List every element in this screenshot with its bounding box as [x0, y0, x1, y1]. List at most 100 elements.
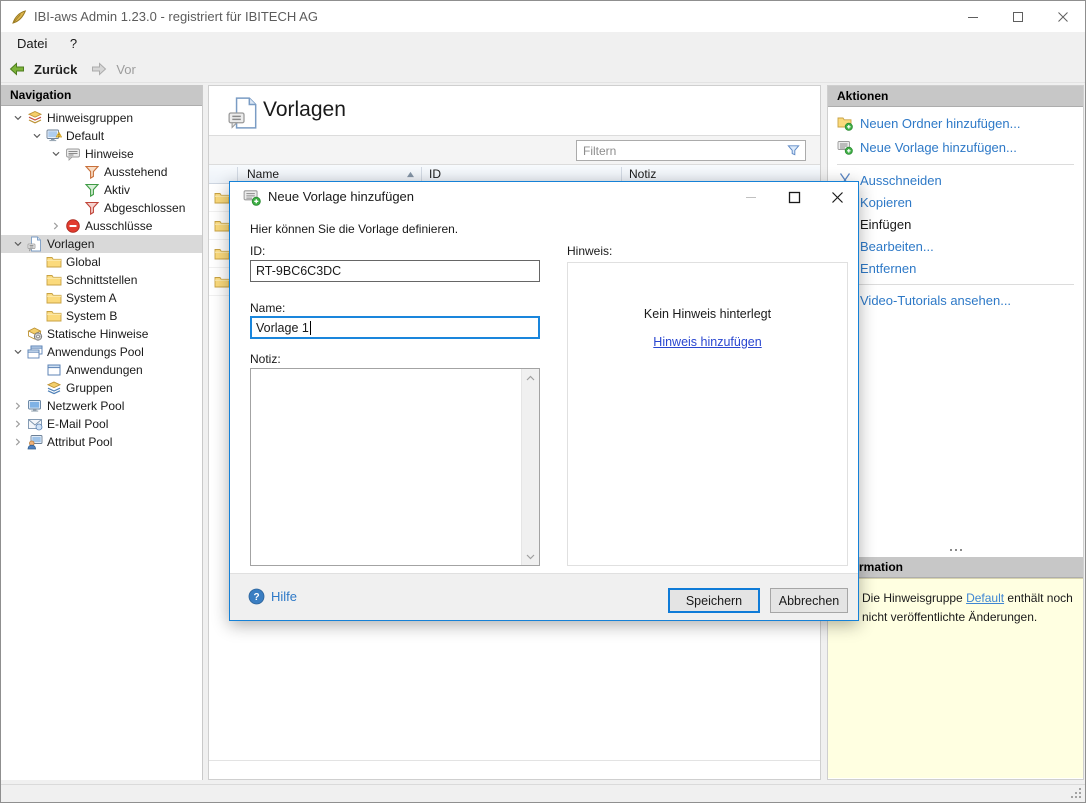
- nav-item-label: Global: [66, 255, 101, 269]
- folder-icon: [214, 274, 230, 290]
- templates-page-icon: [227, 96, 261, 130]
- action-remove[interactable]: Entfernen: [828, 257, 1083, 279]
- toolbar: Zurück Vor: [1, 56, 1085, 83]
- nav-item-gruppen[interactable]: Gruppen: [1, 379, 202, 397]
- back-button[interactable]: Zurück: [9, 61, 77, 77]
- nav-item-label: Abgeschlossen: [104, 201, 186, 215]
- scroll-up-icon[interactable]: [522, 369, 539, 386]
- nav-item-anwendungs-pool[interactable]: Anwendungs Pool: [1, 343, 202, 361]
- arrow-left-icon: [9, 61, 25, 77]
- nav-item-ausstehend[interactable]: Ausstehend: [1, 163, 202, 181]
- menu-datei[interactable]: Datei: [8, 32, 56, 56]
- box-gear-icon: [27, 326, 43, 342]
- information-header: Information: [828, 557, 1083, 578]
- add-hint-link[interactable]: Hinweis hinzufügen: [653, 335, 761, 349]
- nav-item-label: System B: [66, 309, 118, 323]
- navigation-tree: Hinweisgruppen Default Hinweise Ausstehe…: [1, 106, 202, 451]
- nav-item-ausschluesse[interactable]: Ausschlüsse: [1, 217, 202, 235]
- dialog-maximize-button[interactable]: [779, 186, 809, 208]
- nav-item-label: Netzwerk Pool: [47, 399, 125, 413]
- nav-item-attribut-pool[interactable]: Attribut Pool: [1, 433, 202, 451]
- windows-stack-icon: [27, 344, 43, 360]
- chevron-down-icon[interactable]: [9, 236, 27, 252]
- chevron-down-icon[interactable]: [9, 110, 27, 126]
- maximize-button[interactable]: [995, 1, 1040, 32]
- nav-item-label: Default: [66, 129, 105, 143]
- chevron-right-icon[interactable]: [47, 218, 65, 234]
- minimize-button[interactable]: [950, 1, 995, 32]
- name-field[interactable]: Vorlage 1: [250, 316, 540, 339]
- nav-item-label: E-Mail Pool: [47, 417, 109, 431]
- action-edit[interactable]: Bearbeiten...: [828, 235, 1083, 257]
- action-video-tutorials[interactable]: Video-Tutorials ansehen...: [828, 289, 1083, 311]
- nav-item-label: System A: [66, 291, 117, 305]
- folder-add-icon: [837, 115, 853, 131]
- dialog-title: Neue Vorlage hinzufügen: [268, 189, 415, 204]
- separator: [837, 164, 1074, 165]
- note-field[interactable]: [250, 368, 540, 566]
- chevron-right-icon[interactable]: [9, 434, 27, 450]
- filter-input[interactable]: [576, 140, 806, 161]
- nav-item-global[interactable]: Global: [1, 253, 202, 271]
- action-paste: Einfügen: [828, 213, 1083, 235]
- text-caret: [309, 320, 311, 335]
- nav-item-hinweise[interactable]: Hinweise: [1, 145, 202, 163]
- nav-item-anwendungen[interactable]: Anwendungen: [1, 361, 202, 379]
- resize-grip-icon[interactable]: [1070, 787, 1082, 799]
- dialog-close-button[interactable]: [822, 186, 852, 208]
- nav-item-hinweisgruppen[interactable]: Hinweisgruppen: [1, 109, 202, 127]
- nav-item-label: Hinweise: [85, 147, 134, 161]
- dialog-title-bar: Neue Vorlage hinzufügen: [230, 182, 858, 212]
- id-field[interactable]: [250, 260, 540, 282]
- folder-icon: [214, 246, 230, 262]
- filter-strip: [209, 135, 820, 165]
- action-cut[interactable]: Ausschneiden: [828, 169, 1083, 191]
- nav-item-aktiv[interactable]: Aktiv: [1, 181, 202, 199]
- action-new-folder[interactable]: Neuen Ordner hinzufügen...: [828, 111, 1083, 135]
- note-label: Notiz:: [250, 352, 281, 366]
- nav-item-abgeschlossen[interactable]: Abgeschlossen: [1, 199, 202, 217]
- cancel-button[interactable]: Abbrechen: [770, 588, 848, 613]
- chevron-right-icon[interactable]: [9, 416, 27, 432]
- nav-item-schnittstellen[interactable]: Schnittstellen: [1, 271, 202, 289]
- nav-item-label: Vorlagen: [47, 237, 95, 251]
- scrollbar[interactable]: [521, 369, 539, 565]
- nav-item-system-a[interactable]: System A: [1, 289, 202, 307]
- forward-button[interactable]: Vor: [91, 61, 136, 77]
- app-window: IBI-aws Admin 1.23.0 - registriert für I…: [0, 0, 1086, 803]
- window-icon: [46, 362, 62, 378]
- scroll-down-icon[interactable]: [522, 548, 539, 565]
- chevron-down-icon[interactable]: [28, 128, 46, 144]
- funnel-green-icon: [84, 182, 100, 198]
- folder-icon: [214, 190, 230, 206]
- id-label: ID:: [250, 244, 266, 258]
- envelope-icon: [27, 416, 43, 432]
- action-new-template[interactable]: Neue Vorlage hinzufügen...: [828, 135, 1083, 159]
- dialog-minimize-button[interactable]: [736, 186, 766, 208]
- dialog-footer: ? Hilfe Speichern Abbrechen: [230, 573, 858, 620]
- notes-icon: [65, 146, 81, 162]
- hint-label: Hinweis:: [567, 244, 613, 258]
- information-text: Die Hinweisgruppe Default enthält noch n…: [862, 591, 1073, 624]
- save-button[interactable]: Speichern: [668, 588, 760, 613]
- default-group-link[interactable]: Default: [966, 591, 1004, 605]
- splitter-grip[interactable]: [828, 546, 1083, 554]
- monitor-warning-icon: [46, 128, 62, 144]
- action-copy[interactable]: Kopieren: [828, 191, 1083, 213]
- nav-item-system-b[interactable]: System B: [1, 307, 202, 325]
- chevron-right-icon[interactable]: [9, 398, 27, 414]
- nav-item-default[interactable]: Default: [1, 127, 202, 145]
- nav-item-statische-hinweise[interactable]: Statische Hinweise: [1, 325, 202, 343]
- nav-item-label: Statische Hinweise: [47, 327, 149, 341]
- chevron-down-icon[interactable]: [9, 344, 27, 360]
- navigation-panel: Navigation Hinweisgruppen Default Hinwei…: [1, 85, 203, 780]
- menu-help[interactable]: ?: [61, 32, 86, 56]
- nav-item-vorlagen[interactable]: Vorlagen: [1, 235, 202, 253]
- help-link[interactable]: Hilfe: [271, 574, 297, 620]
- nav-item-netzwerk-pool[interactable]: Netzwerk Pool: [1, 397, 202, 415]
- nav-item-label: Anwendungen: [66, 363, 143, 377]
- chevron-down-icon[interactable]: [47, 146, 65, 162]
- filter-funnel-icon[interactable]: [786, 143, 801, 158]
- close-button[interactable]: [1040, 1, 1085, 32]
- nav-item-email-pool[interactable]: E-Mail Pool: [1, 415, 202, 433]
